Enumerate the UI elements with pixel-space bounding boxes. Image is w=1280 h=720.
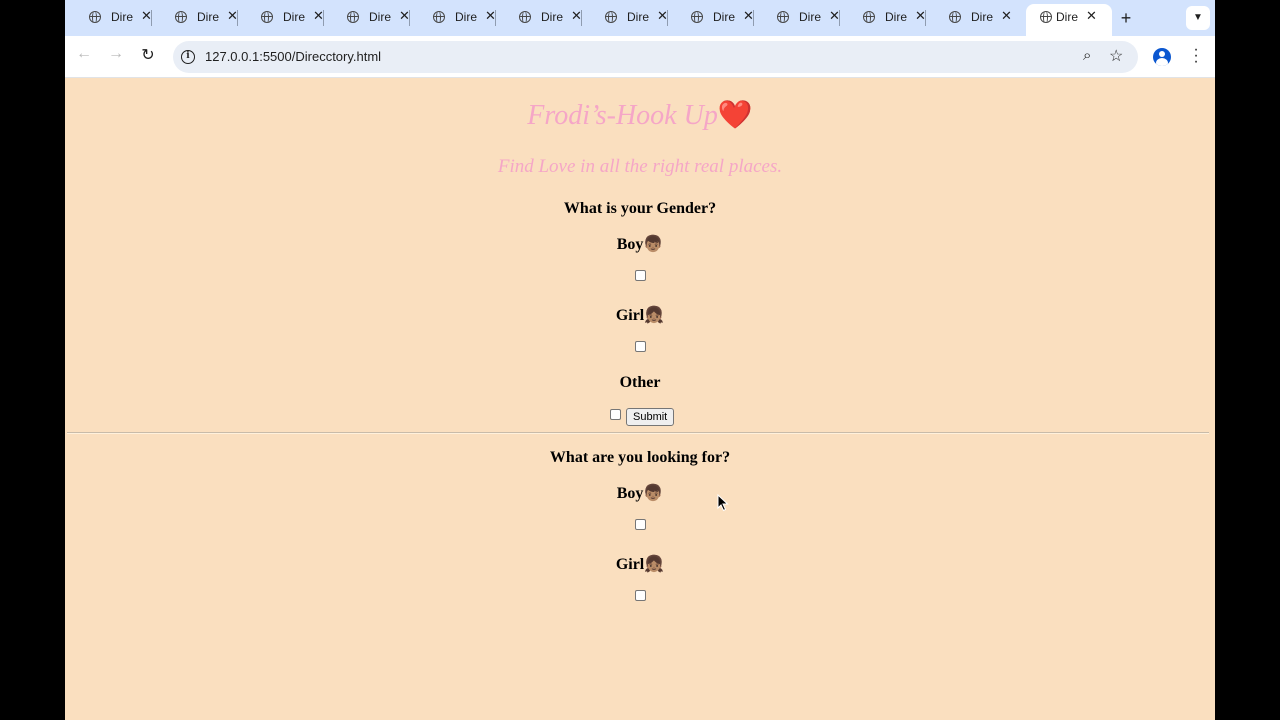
globe-icon — [519, 11, 531, 23]
tab-active[interactable]: Dire ✕ — [1026, 4, 1112, 36]
mouse-cursor-icon — [717, 494, 729, 512]
tab-label: Dire — [885, 10, 907, 24]
girl-icon: 👧🏽 — [644, 307, 665, 324]
tab-label: Dire — [971, 10, 993, 24]
tab[interactable]: Dire ✕ — [237, 0, 324, 36]
tab[interactable]: Dire ✕ — [65, 0, 152, 36]
tab-label: Dire — [627, 10, 649, 24]
option-label: Girl — [615, 307, 645, 324]
close-icon[interactable]: ✕ — [1001, 8, 1012, 24]
tab-label: Dire — [283, 10, 305, 24]
page-content: Frodi’s-Hook Up❤️ Find Love in all the r… — [65, 78, 1215, 720]
gender-option-boy-label: Boy👦🏽 — [65, 234, 1215, 254]
address-bar[interactable]: i 127.0.0.1:5500/Direcctory.html ⌕ ☆ — [173, 41, 1138, 73]
globe-icon — [89, 11, 101, 23]
tab-label: Dire — [455, 10, 477, 24]
site-title: Frodi’s-Hook Up❤️ — [65, 98, 1215, 132]
star-icon[interactable]: ☆ — [1109, 46, 1123, 66]
tab-label: Dire — [799, 10, 821, 24]
globe-icon — [949, 11, 961, 23]
back-arrow-icon[interactable]: ← — [73, 45, 95, 63]
chevron-down-icon[interactable]: ▼ — [1186, 6, 1210, 30]
info-icon[interactable]: i — [181, 50, 195, 64]
gender-other-checkbox[interactable] — [610, 409, 621, 420]
looking-question: What are you looking for? — [549, 449, 731, 466]
submit-button[interactable]: Submit — [626, 408, 675, 426]
gender-girl-checkbox[interactable] — [635, 341, 646, 352]
globe-icon — [1040, 11, 1052, 23]
browser-toolbar: ← → ↻ i 127.0.0.1:5500/Direcctory.html ⌕… — [65, 36, 1215, 78]
site-title-text: Frodi’s-Hook Up — [527, 100, 718, 131]
boy-icon: 👦🏽 — [643, 236, 664, 253]
profile-icon[interactable] — [1153, 48, 1171, 66]
gender-option-girl-label: Girl👧🏽 — [65, 305, 1215, 325]
close-icon[interactable]: ✕ — [1086, 8, 1097, 24]
option-label: Boy — [616, 485, 644, 502]
globe-icon — [347, 11, 359, 23]
boy-icon: 👦🏽 — [643, 485, 664, 502]
kebab-menu-icon[interactable]: · · · — [1189, 42, 1203, 70]
tab[interactable]: Dire ✕ — [667, 0, 754, 36]
tab-strip: Dire ✕ Dire ✕ Dire ✕ Dire ✕ Dire ✕ Dire ✕ Dire… — [65, 0, 1215, 36]
option-label: Boy — [616, 236, 644, 253]
tab[interactable]: Dire ✕ — [151, 0, 238, 36]
globe-icon — [433, 11, 445, 23]
tab-label: Dire — [111, 10, 133, 24]
divider — [67, 432, 1209, 434]
gender-question: What is your Gender? — [563, 200, 717, 217]
zoom-icon[interactable]: ⌕ — [1083, 47, 1091, 64]
reload-icon[interactable]: ↻ — [137, 45, 159, 65]
globe-icon — [863, 11, 875, 23]
looking-option-boy-label: Boy👦🏽 — [65, 483, 1215, 503]
looking-girl-checkbox[interactable] — [635, 590, 646, 601]
url-text[interactable]: 127.0.0.1:5500/Direcctory.html — [205, 49, 381, 64]
tab-label: Dire — [197, 10, 219, 24]
looking-boy-checkbox[interactable] — [635, 519, 646, 530]
forward-arrow-icon[interactable]: → — [105, 45, 127, 63]
tab[interactable]: Dire ✕ — [925, 0, 1012, 36]
tab[interactable]: Dire ✕ — [409, 0, 496, 36]
plus-icon[interactable]: + — [1116, 8, 1136, 29]
girl-icon: 👧🏽 — [644, 556, 665, 573]
gender-option-other-label: Other — [65, 374, 1215, 392]
looking-option-girl-label: Girl👧🏽 — [65, 554, 1215, 574]
tab[interactable]: Dire ✕ — [323, 0, 410, 36]
tab[interactable]: Dire ✕ — [839, 0, 926, 36]
globe-icon — [691, 11, 703, 23]
globe-icon — [261, 11, 273, 23]
tab[interactable]: Dire ✕ — [495, 0, 582, 36]
tab-label: Dire — [541, 10, 563, 24]
tagline: Find Love in all the right real places. — [497, 156, 783, 177]
globe-icon — [605, 11, 617, 23]
tab-label: Dire — [713, 10, 735, 24]
tab-label: Dire — [369, 10, 391, 24]
option-label: Girl — [615, 556, 645, 573]
option-label: Other — [619, 374, 661, 391]
globe-icon — [777, 11, 789, 23]
tab-label: Dire — [1056, 10, 1078, 24]
tab[interactable]: Dire ✕ — [581, 0, 668, 36]
gender-boy-checkbox[interactable] — [635, 270, 646, 281]
heart-icon: ❤️ — [717, 100, 753, 131]
globe-icon — [175, 11, 187, 23]
browser-window: Dire ✕ Dire ✕ Dire ✕ Dire ✕ Dire ✕ Dire ✕ Dire… — [65, 0, 1215, 720]
tab[interactable]: Dire ✕ — [753, 0, 840, 36]
